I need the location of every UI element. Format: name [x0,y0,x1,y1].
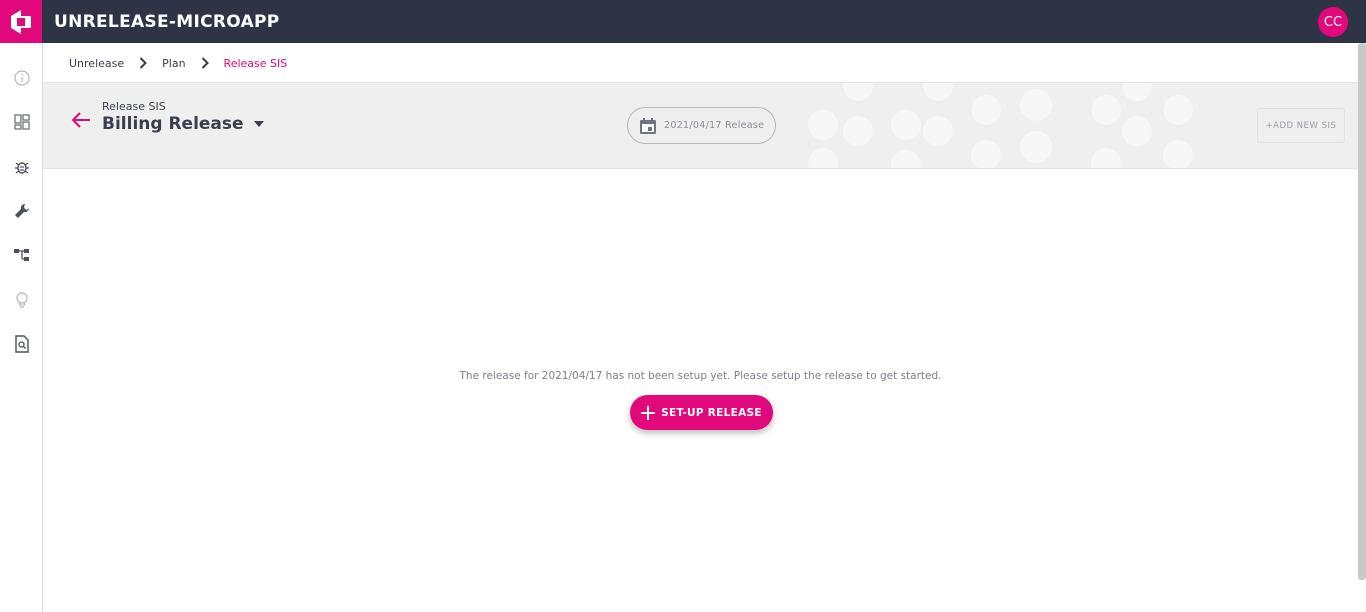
hierarchy-icon [14,249,29,261]
document-search-icon [15,335,29,353]
sidebar-item-dashboard[interactable] [11,111,33,133]
caret-down-icon [253,121,264,127]
sidebar [0,43,43,612]
plus-icon [641,405,656,420]
info-icon [14,70,30,86]
empty-state-message: The release for 2021/04/17 has not been … [459,370,942,382]
release-date-button[interactable]: 2021/04/17 Release [627,107,776,144]
bug-icon [15,162,29,174]
release-header: Release SIS Billing Release 2021/04/17 R… [43,82,1358,169]
top-bar: UNRELEASE-MICROAPP CC [0,0,1366,43]
sidebar-item-tools[interactable] [11,200,33,222]
dashboard-icon [14,114,30,130]
chevron-right-icon [201,57,209,69]
release-title: Billing Release [102,114,244,134]
vertical-scrollbar[interactable] [1358,43,1366,580]
decorative-dots [808,83,1193,168]
release-subtitle: Release SIS [102,100,166,113]
app-logo[interactable] [0,0,42,43]
app-title: UNRELEASE-MICROAPP [54,11,280,32]
back-button[interactable] [70,109,92,131]
breadcrumb: Unrelease Plan Release SIS [69,54,287,72]
user-avatar[interactable]: CC [1318,7,1348,37]
breadcrumb-release-sis[interactable]: Release SIS [224,57,288,70]
arrow-left-icon [71,112,90,128]
setup-release-button[interactable]: SET-UP RELEASE [630,395,773,430]
release-selector[interactable]: Billing Release [102,114,264,134]
breadcrumb-plan[interactable]: Plan [162,57,185,70]
add-new-sis-button[interactable]: +ADD NEW SIS [1257,108,1345,143]
sidebar-item-bugs[interactable] [11,156,33,178]
calendar-icon [640,117,656,134]
logo-icon [11,9,31,34]
setup-release-label: SET-UP RELEASE [661,406,762,419]
release-date-label: 2021/04/17 Release [664,120,765,131]
wrench-icon [14,203,29,218]
sidebar-item-hierarchy[interactable] [11,244,33,266]
breadcrumb-unrelease[interactable]: Unrelease [69,57,124,70]
sidebar-item-info[interactable] [11,67,33,89]
chevron-right-icon [139,57,148,69]
lightbulb-icon [16,292,28,308]
sidebar-item-ideas[interactable] [11,289,33,311]
sidebar-item-documents[interactable] [11,333,33,355]
